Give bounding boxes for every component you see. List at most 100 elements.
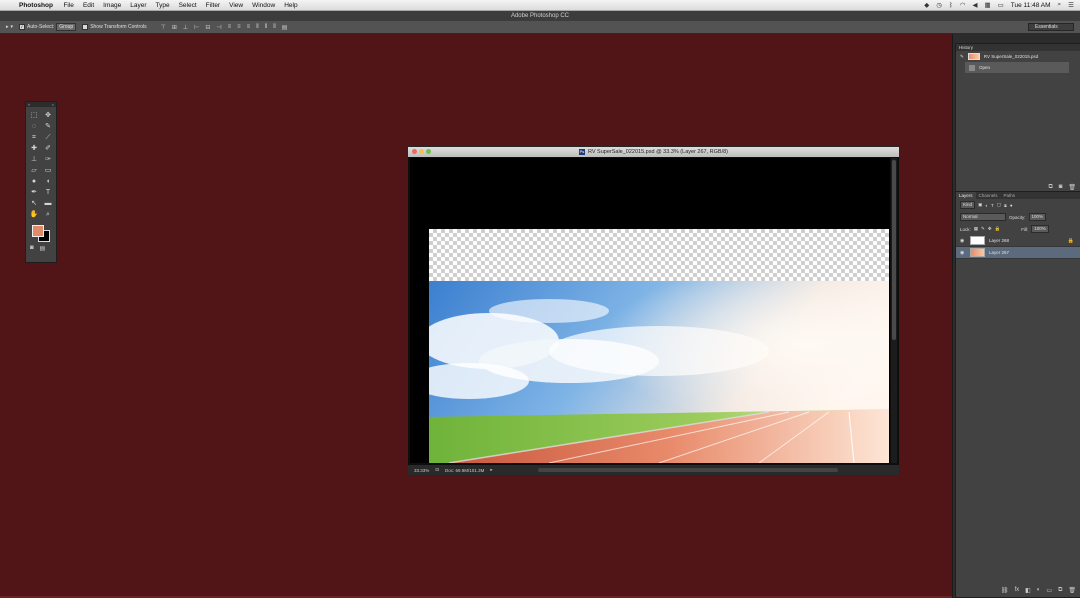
- layer-name[interactable]: Layer 267: [989, 250, 1009, 255]
- dodge-tool-icon[interactable]: ◖: [43, 177, 53, 186]
- foreground-color-swatch[interactable]: [32, 225, 44, 237]
- filter-shape-icon[interactable]: ▢: [997, 202, 1001, 208]
- screen-mode-icon[interactable]: ▤: [40, 245, 46, 252]
- filter-smart-object-icon[interactable]: ⧈: [1004, 203, 1007, 208]
- lock-pixels-icon[interactable]: ✎: [981, 226, 985, 232]
- blend-mode-dropdown[interactable]: Normal: [960, 213, 1006, 221]
- close-document-button[interactable]: [412, 149, 417, 154]
- quick-select-tool-icon[interactable]: ✎: [43, 122, 53, 131]
- delete-state-icon[interactable]: 🗑: [1068, 184, 1076, 191]
- filter-kind-dropdown[interactable]: Kind: [960, 201, 976, 209]
- lasso-tool-icon[interactable]: ◌: [29, 122, 39, 131]
- menu-filter[interactable]: Filter: [206, 2, 220, 9]
- pen-tool-icon[interactable]: ✒: [29, 188, 39, 197]
- filter-pixel-icon[interactable]: ▣: [978, 202, 982, 208]
- auto-select-checkbox[interactable]: ✓: [19, 24, 26, 30]
- visibility-eye-icon[interactable]: ◉: [960, 250, 966, 256]
- clone-stamp-tool-icon[interactable]: ⊥: [29, 155, 39, 164]
- filter-adjustment-icon[interactable]: ◐: [985, 203, 988, 208]
- time-machine-icon[interactable]: ◷: [936, 1, 942, 9]
- bluetooth-icon[interactable]: ᛒ: [949, 2, 953, 9]
- distribute-bottom-icon[interactable]: ≡: [247, 24, 251, 31]
- auto-align-icon[interactable]: ▤: [282, 24, 288, 31]
- volume-icon[interactable]: ◀: [972, 1, 977, 9]
- menu-image[interactable]: Image: [103, 2, 121, 9]
- quick-mask-icon[interactable]: ◙: [30, 245, 34, 252]
- lock-position-icon[interactable]: ✥: [988, 226, 992, 232]
- opacity-field[interactable]: 100%: [1028, 213, 1047, 221]
- distribute-vcenter-icon[interactable]: ≡: [237, 24, 241, 31]
- link-layers-icon[interactable]: ⛓: [1001, 587, 1009, 594]
- new-document-from-state-icon[interactable]: ⧉: [1048, 184, 1052, 191]
- battery-icon[interactable]: ▭: [998, 1, 1004, 9]
- menu-type[interactable]: Type: [155, 2, 169, 9]
- align-hcenter-icon[interactable]: ⊟: [205, 24, 210, 31]
- path-selection-tool-icon[interactable]: ↖: [29, 199, 39, 208]
- close-panel-icon[interactable]: ×: [52, 102, 54, 107]
- history-snapshot[interactable]: ✎ RV SuperSale_022015.psd: [956, 51, 1080, 62]
- zoom-document-button[interactable]: [426, 149, 431, 154]
- history-tab[interactable]: History: [956, 44, 1080, 51]
- blur-tool-icon[interactable]: ●: [29, 177, 39, 186]
- hand-tool-icon[interactable]: ✋: [29, 210, 39, 219]
- dropbox-icon[interactable]: ◆: [924, 1, 929, 9]
- align-vcenter-icon[interactable]: ⊞: [172, 24, 177, 31]
- distribute-right-icon[interactable]: ⫴: [273, 24, 276, 31]
- app-menu[interactable]: Photoshop: [19, 2, 53, 9]
- align-top-icon[interactable]: ⊤: [161, 24, 166, 31]
- canvas[interactable]: [410, 158, 890, 463]
- lock-transparent-icon[interactable]: ▦: [974, 226, 978, 232]
- new-layer-icon[interactable]: ⧉: [1058, 587, 1062, 594]
- document-title-bar[interactable]: Ps RV SuperSale_022015.psd @ 33.3% (Laye…: [408, 147, 899, 157]
- wifi-icon[interactable]: ◠: [960, 1, 966, 9]
- tab-paths[interactable]: Paths: [1001, 192, 1019, 199]
- zoom-tool-icon[interactable]: ⌕: [43, 210, 53, 219]
- menu-help[interactable]: Help: [284, 2, 297, 9]
- align-left-icon[interactable]: ⊢: [194, 24, 199, 31]
- layer-style-icon[interactable]: fx: [1014, 587, 1019, 594]
- menu-view[interactable]: View: [229, 2, 243, 9]
- fill-field[interactable]: 100%: [1031, 225, 1049, 233]
- transform-controls-option[interactable]: Show Transform Controls: [82, 24, 147, 30]
- eyedropper-tool-icon[interactable]: ⟋: [43, 133, 53, 142]
- menu-window[interactable]: Window: [252, 2, 275, 9]
- filter-type-icon[interactable]: T: [991, 203, 994, 208]
- status-menu-arrow-icon[interactable]: ▸: [490, 467, 492, 473]
- layer-row-selected[interactable]: ◉ Layer 267: [956, 247, 1080, 259]
- filter-toggle-icon[interactable]: ●: [1010, 203, 1013, 208]
- menu-file[interactable]: File: [63, 2, 73, 9]
- visibility-eye-icon[interactable]: ◉: [960, 238, 966, 244]
- move-tool-icon[interactable]: ✥: [43, 111, 53, 120]
- distribute-left-icon[interactable]: ⫴: [256, 24, 259, 31]
- history-brush-tool-icon[interactable]: ✑: [43, 155, 53, 164]
- auto-select-option[interactable]: ✓ Auto-Select: Group: [19, 23, 77, 31]
- status-icon[interactable]: ⊡: [435, 467, 439, 473]
- adjustment-layer-icon[interactable]: ◐: [1037, 587, 1041, 594]
- eraser-tool-icon[interactable]: ▱: [29, 166, 39, 175]
- vertical-scroll-thumb[interactable]: [892, 160, 896, 340]
- spotlight-icon[interactable]: ⌕: [1058, 1, 1062, 9]
- distribute-top-icon[interactable]: ≡: [228, 24, 232, 31]
- rectangle-tool-icon[interactable]: ▬: [43, 199, 53, 208]
- minimize-document-button[interactable]: [419, 149, 424, 154]
- horizontal-scrollbar[interactable]: [538, 468, 838, 472]
- vertical-scrollbar[interactable]: [891, 158, 897, 463]
- zoom-level[interactable]: 33.33%: [414, 468, 429, 473]
- flag-icon[interactable]: ▦: [984, 1, 990, 9]
- collapse-icon[interactable]: »: [28, 102, 30, 107]
- distribute-hcenter-icon[interactable]: ⫴: [265, 24, 268, 31]
- align-bottom-icon[interactable]: ⊥: [183, 24, 188, 31]
- auto-select-dropdown[interactable]: Group: [56, 23, 77, 31]
- menu-clock[interactable]: Tue 11:48 AM: [1011, 2, 1051, 9]
- notification-center-icon[interactable]: ☰: [1068, 1, 1074, 9]
- menu-select[interactable]: Select: [179, 2, 197, 9]
- move-tool-preset[interactable]: ▸ ▾: [6, 24, 13, 30]
- menu-layer[interactable]: Layer: [130, 2, 146, 9]
- transform-controls-checkbox[interactable]: [82, 24, 89, 30]
- gradient-tool-icon[interactable]: ▭: [43, 166, 53, 175]
- menu-edit[interactable]: Edit: [83, 2, 94, 9]
- brush-tool-icon[interactable]: ✐: [43, 144, 53, 153]
- layer-name[interactable]: Layer 268: [989, 238, 1009, 243]
- snapshot-camera-icon[interactable]: ◙: [1059, 184, 1063, 191]
- marquee-tool-icon[interactable]: ⬚: [29, 111, 39, 120]
